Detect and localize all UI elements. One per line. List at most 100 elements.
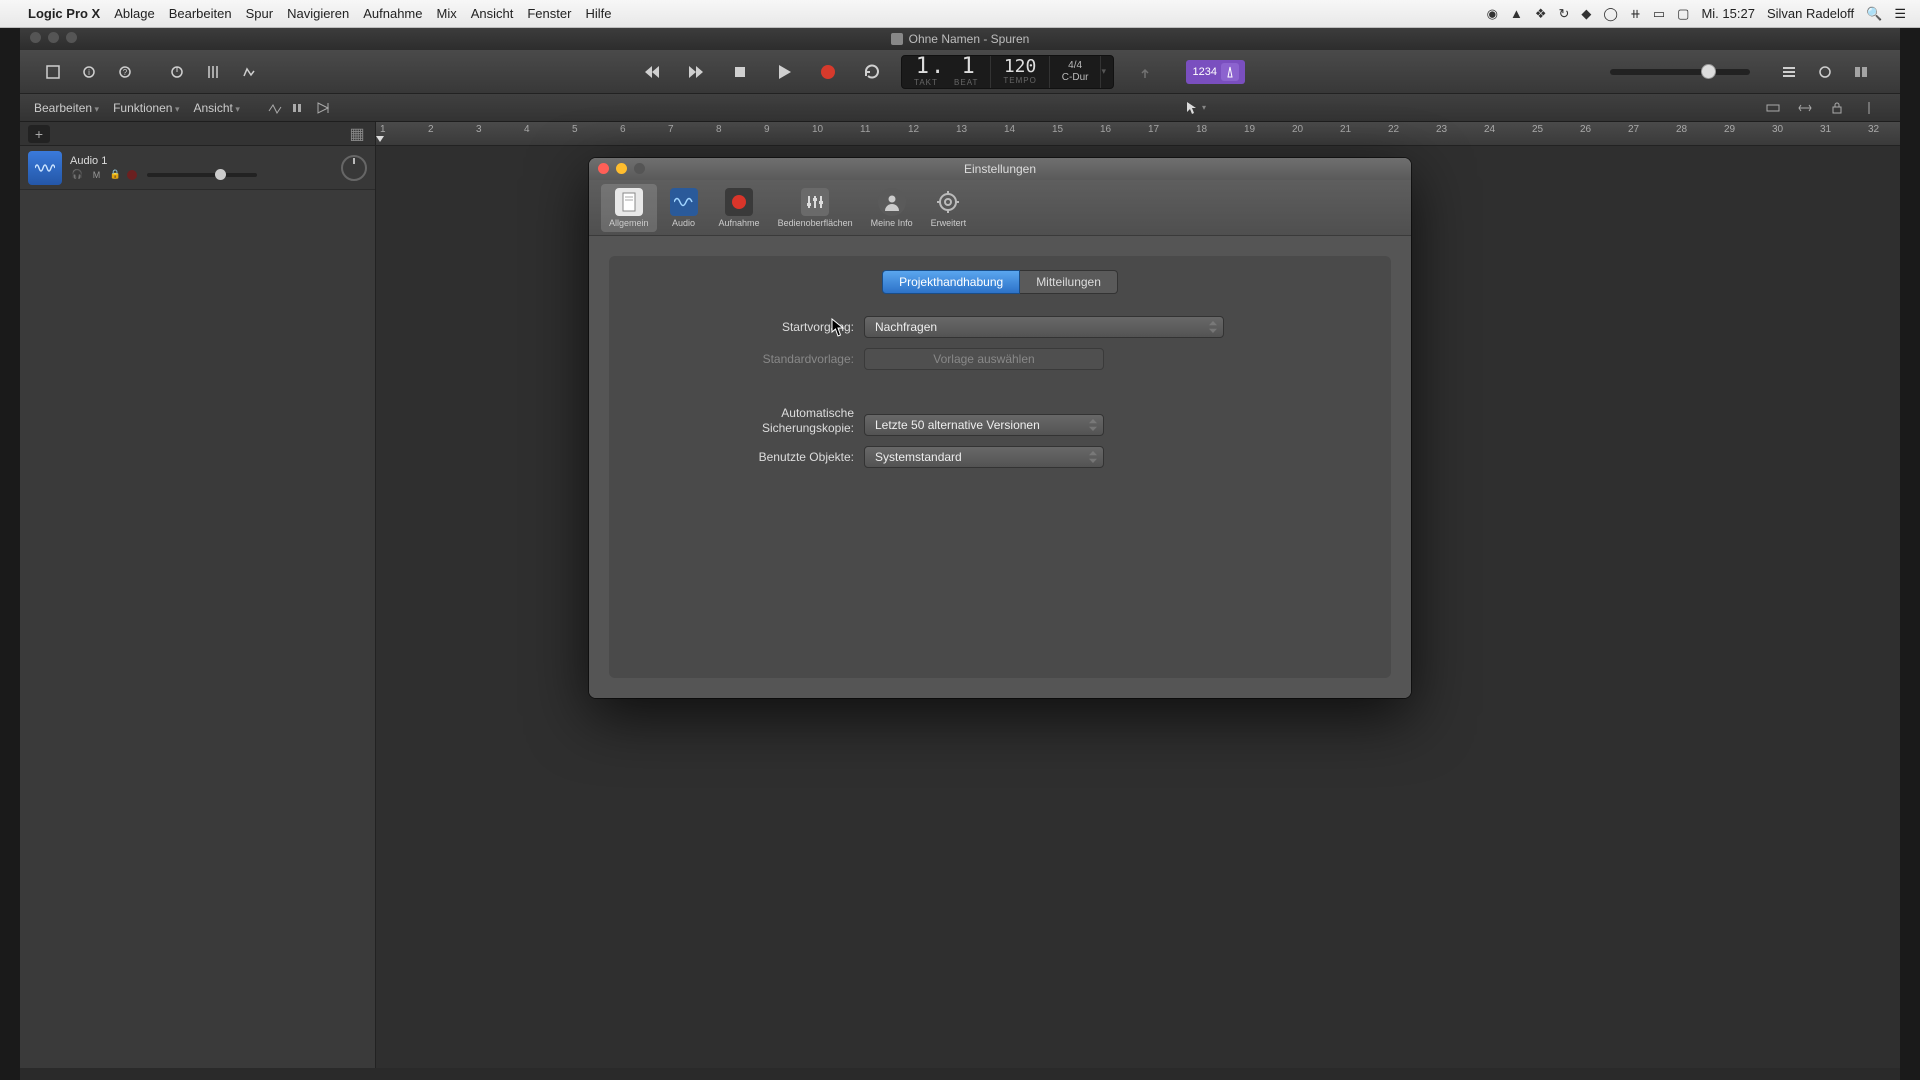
- lcd-display[interactable]: 1. 1 TAKT BEAT 120 TEMPO 4/4 C-Dur ▾: [901, 55, 1114, 89]
- pref-tab-erweitert[interactable]: Erweitert: [923, 184, 975, 232]
- countin-button[interactable]: 1234: [1186, 60, 1244, 84]
- menu-hilfe[interactable]: Hilfe: [585, 6, 611, 21]
- track-header-area: + ▦ Audio 1 🎧 M 🔒: [20, 122, 376, 1068]
- menu-fenster[interactable]: Fenster: [527, 6, 571, 21]
- snap-icon[interactable]: [1766, 101, 1780, 115]
- cursor-tool[interactable]: ▾: [1186, 101, 1206, 115]
- seg-mitteilungen[interactable]: Mitteilungen: [1020, 270, 1118, 294]
- metronome-icon[interactable]: [1221, 63, 1239, 81]
- zoom-v-icon[interactable]: [1862, 101, 1876, 115]
- pref-panel: Projekthandhabung Mitteilungen Startvorg…: [609, 256, 1391, 678]
- pref-titlebar[interactable]: Einstellungen: [589, 158, 1411, 180]
- preferences-window: Einstellungen Allgemein Audio Aufnahme B…: [589, 158, 1411, 698]
- pref-tab-meine-info[interactable]: Meine Info: [863, 184, 921, 232]
- timeline-ruler[interactable]: 1 2 3 4 5 6 7 8 9 10 11 12 13 14 15 16 1…: [376, 122, 1900, 146]
- status-battery-icon[interactable]: ▭: [1653, 6, 1665, 22]
- track-solo-icon[interactable]: 🔒: [108, 169, 123, 181]
- svg-text:i: i: [88, 68, 90, 77]
- app-name[interactable]: Logic Pro X: [28, 6, 100, 21]
- pref-toolbar: Allgemein Audio Aufnahme Bedienoberfläch…: [589, 180, 1411, 236]
- select-auto-sicherung[interactable]: Letzte 50 alternative Versionen: [864, 414, 1104, 436]
- track-input-icon[interactable]: 🎧: [70, 169, 85, 181]
- pref-tab-audio[interactable]: Audio: [659, 184, 709, 232]
- pref-traffic-lights[interactable]: [598, 163, 645, 174]
- tuner-button[interactable]: [1130, 57, 1160, 87]
- quickhelp-button[interactable]: ?: [110, 57, 140, 87]
- library-button[interactable]: [38, 57, 68, 87]
- menubar-clock[interactable]: Mi. 15:27: [1701, 6, 1754, 21]
- notification-center-icon[interactable]: ☰: [1894, 6, 1906, 22]
- menu-navigieren[interactable]: Navigieren: [287, 6, 349, 21]
- menubar-user[interactable]: Silvan Radeloff: [1767, 6, 1854, 21]
- window-traffic-lights[interactable]: [30, 32, 77, 43]
- menu-spur[interactable]: Spur: [246, 6, 273, 21]
- pref-tab-allgemein[interactable]: Allgemein: [601, 184, 657, 232]
- spotlight-icon[interactable]: 🔍: [1866, 6, 1882, 22]
- automation-icon[interactable]: [268, 101, 282, 115]
- menu-mix[interactable]: Mix: [437, 6, 457, 21]
- secondary-toolbar: Bearbeiten Funktionen Ansicht ▾: [20, 94, 1900, 122]
- seg-projekthandhabung[interactable]: Projekthandhabung: [882, 270, 1020, 294]
- lcd-signature: 4/4: [1068, 60, 1082, 72]
- zoom-h-icon[interactable]: [1798, 101, 1812, 115]
- label-standardvorlage: Standardvorlage:: [629, 352, 864, 366]
- minimize-icon[interactable]: [616, 163, 627, 174]
- functions-menu[interactable]: Funktionen: [113, 101, 179, 115]
- track-audio-icon: [28, 151, 62, 185]
- menu-ablage[interactable]: Ablage: [114, 6, 154, 21]
- status-bluetooth-icon[interactable]: ⧺: [1630, 6, 1641, 22]
- loops-button[interactable]: [1846, 57, 1876, 87]
- inspector-button[interactable]: i: [74, 57, 104, 87]
- global-tracks-button[interactable]: ▦: [347, 126, 367, 142]
- status-dropbox-icon[interactable]: ❖: [1535, 6, 1547, 22]
- pref-segmented-control: Projekthandhabung Mitteilungen: [629, 270, 1371, 294]
- svg-text:?: ?: [123, 68, 128, 77]
- status-airplay-icon[interactable]: ▢: [1677, 6, 1689, 22]
- status-circle-icon[interactable]: ◯: [1603, 6, 1618, 22]
- track-volume-slider[interactable]: [147, 173, 257, 177]
- status-cloud-icon[interactable]: ▲: [1510, 6, 1523, 21]
- catch-icon[interactable]: [316, 101, 330, 115]
- track-record-enable[interactable]: [127, 170, 137, 180]
- lock-icon[interactable]: [1830, 101, 1844, 115]
- button-vorlage-auswaehlen[interactable]: Vorlage auswählen: [864, 348, 1104, 370]
- lcd-position: 1. 1: [916, 56, 977, 78]
- zoom-icon: [634, 163, 645, 174]
- menu-bearbeiten[interactable]: Bearbeiten: [169, 6, 232, 21]
- stop-button[interactable]: [723, 57, 757, 87]
- track-pan-knob[interactable]: [341, 155, 367, 181]
- select-startvorgang[interactable]: Nachfragen: [864, 316, 1224, 338]
- add-track-button[interactable]: +: [28, 125, 50, 143]
- editors-button[interactable]: [234, 57, 264, 87]
- lcd-key: C-Dur: [1062, 72, 1089, 84]
- window-title: Ohne Namen - Spuren: [909, 32, 1030, 46]
- notes-button[interactable]: [1810, 57, 1840, 87]
- listtool-button[interactable]: [1774, 57, 1804, 87]
- forward-button[interactable]: [679, 57, 713, 87]
- record-button[interactable]: [811, 57, 845, 87]
- cycle-button[interactable]: [855, 57, 889, 87]
- lcd-expand-icon[interactable]: ▾: [1101, 56, 1113, 88]
- label-benutzte-objekte: Benutzte Objekte:: [629, 450, 864, 464]
- edit-menu[interactable]: Bearbeiten: [34, 101, 99, 115]
- status-record-icon[interactable]: ◉: [1487, 6, 1498, 22]
- track-mute-icon[interactable]: M: [89, 169, 104, 181]
- smartcontrols-button[interactable]: [162, 57, 192, 87]
- close-icon[interactable]: [598, 163, 609, 174]
- play-button[interactable]: [767, 57, 801, 87]
- mixer-button[interactable]: [198, 57, 228, 87]
- pref-tab-aufnahme[interactable]: Aufnahme: [711, 184, 768, 232]
- menu-ansicht[interactable]: Ansicht: [471, 6, 514, 21]
- rewind-button[interactable]: [635, 57, 669, 87]
- window-titlebar: Ohne Namen - Spuren: [20, 28, 1900, 50]
- track-row[interactable]: Audio 1 🎧 M 🔒: [20, 146, 375, 190]
- pref-tab-bedienoberflachen[interactable]: Bedienoberflächen: [770, 184, 861, 232]
- master-volume-slider[interactable]: [1610, 69, 1750, 75]
- main-toolbar: i ? 1. 1 TAKT BEAT 120 TEMPO: [20, 50, 1900, 94]
- status-diamond-icon[interactable]: ◆: [1581, 6, 1591, 22]
- select-benutzte-objekte[interactable]: Systemstandard: [864, 446, 1104, 468]
- menu-aufnahme[interactable]: Aufnahme: [363, 6, 422, 21]
- flex-icon[interactable]: [292, 101, 306, 115]
- view-menu[interactable]: Ansicht: [193, 101, 239, 115]
- status-sync-icon[interactable]: ↻: [1558, 6, 1569, 22]
